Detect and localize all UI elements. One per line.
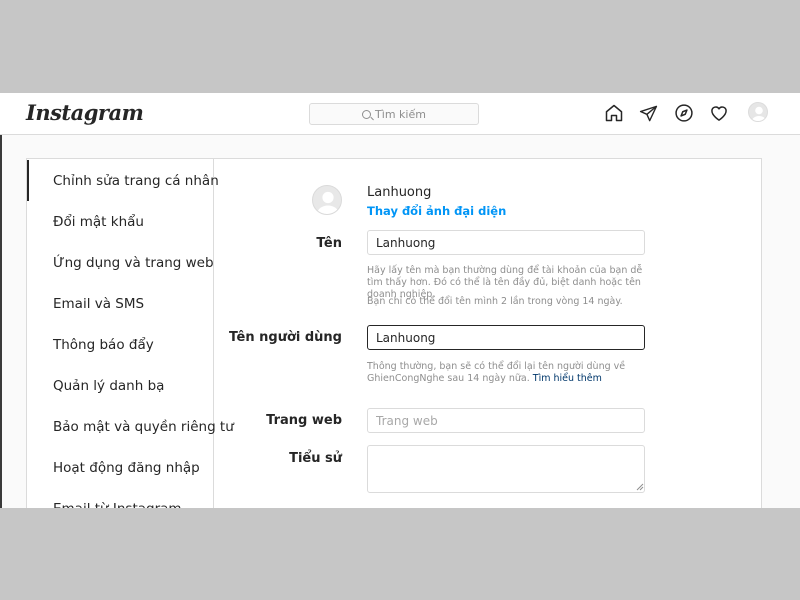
bio-field[interactable]: [367, 445, 645, 493]
profile-photo[interactable]: [312, 185, 342, 215]
settings-sidebar: Chỉnh sửa trang cá nhân Đổi mật khẩu Ứng…: [27, 159, 234, 509]
profile-avatar[interactable]: [748, 102, 768, 122]
name-change-limit-text: Bạn chỉ có thể đổi tên mình 2 lần trong …: [367, 296, 623, 307]
sidebar-item-email-sms[interactable]: Email và SMS: [27, 283, 213, 324]
home-icon[interactable]: [603, 102, 624, 124]
instagram-logo[interactable]: Instagram: [26, 100, 144, 125]
instagram-window: Instagram Tìm kiếm Chỉnh sửa trang cá nh…: [0, 93, 800, 508]
sidebar-item-apps-websites[interactable]: Ứng dụng và trang web: [27, 242, 214, 283]
direct-message-icon[interactable]: [638, 102, 659, 124]
search-icon: [362, 109, 372, 119]
username-field[interactable]: [367, 325, 645, 350]
settings-panel: Chỉnh sửa trang cá nhân Đổi mật khẩu Ứng…: [26, 158, 762, 508]
sidebar-item-manage-contacts[interactable]: Quản lý danh bạ: [27, 365, 213, 406]
website-field[interactable]: [367, 408, 645, 433]
search-placeholder: Tìm kiếm: [375, 107, 426, 121]
resize-grip-icon[interactable]: [636, 483, 644, 491]
activity-heart-icon[interactable]: [708, 102, 729, 124]
explore-icon[interactable]: [673, 102, 694, 124]
top-navigation-bar: Instagram Tìm kiếm: [0, 93, 800, 135]
search-box[interactable]: Tìm kiếm: [309, 103, 479, 125]
edit-profile-form: Lanhuong Thay đổi ảnh đại diện Tên Hãy l…: [214, 159, 762, 508]
learn-more-link[interactable]: Tìm hiểu thêm: [533, 373, 602, 384]
sidebar-item-change-password[interactable]: Đổi mật khẩu: [27, 201, 213, 242]
sidebar-item-privacy-security[interactable]: Bảo mật và quyền riêng tư: [27, 406, 234, 447]
name-label: Tên: [316, 236, 342, 251]
change-profile-photo-link[interactable]: Thay đổi ảnh đại diện: [367, 204, 506, 218]
website-label: Trang web: [266, 413, 342, 428]
profile-username: Lanhuong: [367, 185, 432, 200]
sidebar-item-edit-profile[interactable]: Chỉnh sửa trang cá nhân: [27, 160, 219, 201]
name-field[interactable]: [367, 230, 645, 255]
bio-label: Tiểu sử: [289, 451, 342, 466]
window-edge: [0, 93, 2, 508]
nav-icons: [603, 102, 768, 124]
sidebar-item-push-notifications[interactable]: Thông báo đẩy: [27, 324, 213, 365]
username-label: Tên người dùng: [229, 330, 342, 345]
sidebar-item-emails-from-instagram[interactable]: Email từ Instagram: [27, 488, 213, 509]
sidebar-item-login-activity[interactable]: Hoạt động đăng nhập: [27, 447, 213, 488]
username-help-text: Thông thường, bạn sẽ có thể đổi lại tên …: [367, 361, 652, 385]
